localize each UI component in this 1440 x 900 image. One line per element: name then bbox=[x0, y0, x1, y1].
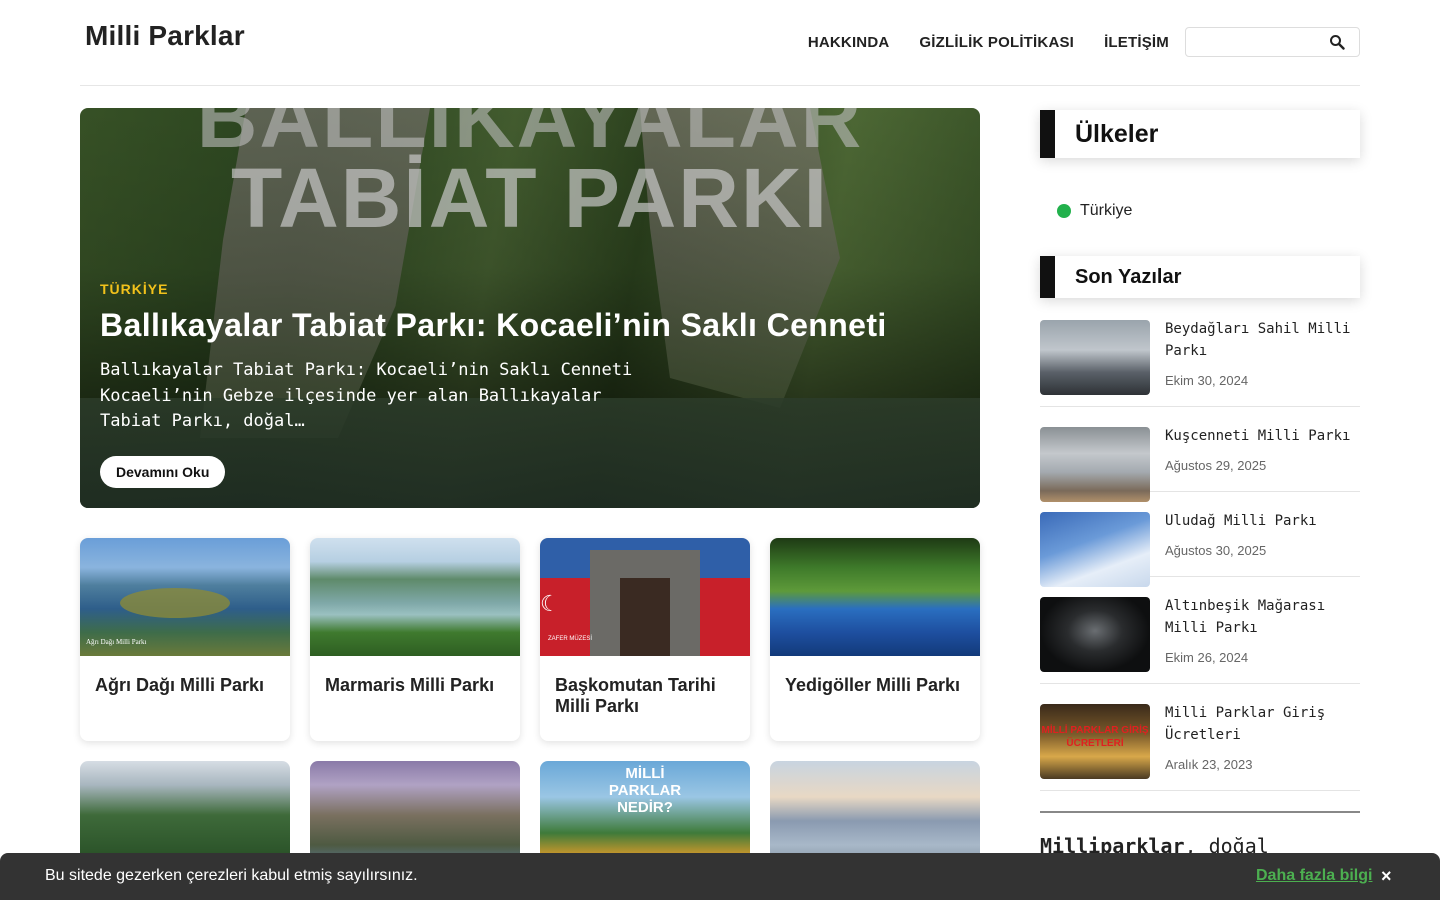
post-card[interactable]: Marmaris Milli Parkı bbox=[310, 538, 520, 741]
category-dot-icon bbox=[1057, 204, 1071, 218]
nav-item-iletisim[interactable]: İLETİŞİM bbox=[1104, 34, 1169, 51]
post-card-title[interactable]: Marmaris Milli Parkı bbox=[310, 656, 520, 696]
hero-excerpt-line: Kocaeli’nin Gebze ilçesinde yer alan Bal… bbox=[100, 385, 602, 406]
post-card[interactable]: Yedigöller Milli Parkı bbox=[770, 538, 980, 741]
read-more-button[interactable]: Devamını Oku bbox=[100, 456, 226, 488]
recent-post-title[interactable]: Uludağ Milli Parkı bbox=[1165, 510, 1360, 532]
recent-post-thumbnail[interactable] bbox=[1040, 320, 1150, 395]
recent-post-item[interactable]: Uludağ Milli Parkı Ağustos 30, 2025 bbox=[1040, 510, 1360, 587]
close-icon[interactable]: × bbox=[1381, 866, 1392, 887]
cookie-more-info-link[interactable]: Daha fazla bilgi bbox=[1256, 867, 1372, 885]
search-input[interactable] bbox=[1186, 28, 1326, 56]
thumbnail-caption: MİLLİ PARKLAR GİRİŞ ÜCRETLERİ bbox=[1041, 725, 1149, 749]
recent-post-thumbnail[interactable]: MİLLİ PARKLAR GİRİŞ ÜCRETLERİ bbox=[1040, 704, 1150, 779]
recent-post-date: Ağustos 29, 2025 bbox=[1165, 458, 1267, 473]
widget-title: Son Yazılar bbox=[1075, 266, 1182, 288]
post-thumbnail[interactable] bbox=[770, 538, 980, 656]
cookie-message: Bu sitede gezerken çerezleri kabul etmiş… bbox=[45, 867, 418, 884]
recent-post-date: Ekim 26, 2024 bbox=[1165, 650, 1249, 665]
hero-category[interactable]: TÜRKİYE bbox=[100, 281, 168, 297]
featured-post[interactable]: BALLIKAYALAR TABİAT PARKI TÜRKİYE Ballık… bbox=[80, 108, 980, 508]
category-item-turkiye[interactable]: Türkiye bbox=[1057, 202, 1132, 220]
hero-excerpt-line: Ballıkayalar Tabiat Parkı: Kocaeli’nin S… bbox=[100, 360, 633, 380]
post-card-title[interactable]: Başkomutan Tarihi Milli Parkı bbox=[540, 656, 750, 717]
recent-post-title[interactable]: Kuşcenneti Milli Parkı bbox=[1165, 425, 1360, 447]
recent-post-date: Ağustos 30, 2025 bbox=[1165, 543, 1267, 558]
category-label[interactable]: Türkiye bbox=[1080, 202, 1132, 220]
thumbnail-caption: Ağrı Dağı Milli Parkı bbox=[86, 638, 147, 646]
recent-post-item[interactable]: MİLLİ PARKLAR GİRİŞ ÜCRETLERİ Milli Park… bbox=[1040, 704, 1360, 791]
search-icon[interactable] bbox=[1329, 34, 1345, 50]
recent-post-date: Aralık 23, 2023 bbox=[1165, 757, 1253, 772]
post-card-title[interactable]: Yedigöller Milli Parkı bbox=[770, 656, 980, 696]
recent-post-thumbnail[interactable] bbox=[1040, 427, 1150, 502]
cookie-banner: Bu sitede gezerken çerezleri kabul etmiş… bbox=[0, 853, 1440, 900]
post-thumbnail[interactable]: Ağrı Dağı Milli Parkı bbox=[80, 538, 290, 656]
recent-post-thumbnail[interactable] bbox=[1040, 512, 1150, 587]
post-card[interactable]: ☾ ZAFER MÜZESİ Başkomutan Tarihi Milli P… bbox=[540, 538, 750, 741]
recent-post-item[interactable]: Altınbeşik Mağarası Milli Parkı Ekim 26,… bbox=[1040, 597, 1360, 684]
post-card-title[interactable]: Ağrı Dağı Milli Parkı bbox=[80, 656, 290, 696]
recent-post-title[interactable]: Beydağları Sahil Milli Parkı bbox=[1165, 318, 1360, 362]
main-nav: HAKKINDA GİZLİLİK POLİTİKASI İLETİŞİM bbox=[808, 27, 1360, 57]
post-thumbnail[interactable] bbox=[310, 538, 520, 656]
recent-post-item[interactable]: Kuşcenneti Milli Parkı Ağustos 29, 2025 bbox=[1040, 425, 1360, 502]
site-header: Milli Parklar HAKKINDA GİZLİLİK POLİTİKA… bbox=[80, 0, 1360, 86]
recent-post-date: Ekim 30, 2024 bbox=[1165, 373, 1249, 388]
widget-heading-recent: Son Yazılar bbox=[1040, 256, 1360, 298]
recent-post-title[interactable]: Milli Parklar Giriş Ücretleri bbox=[1165, 702, 1360, 746]
recent-post-item[interactable]: Beydağları Sahil Milli Parkı Ekim 30, 20… bbox=[1040, 320, 1360, 407]
hero-title[interactable]: Ballıkayalar Tabiat Parkı: Kocaeli’nin S… bbox=[100, 307, 887, 344]
post-card[interactable]: Ağrı Dağı Milli Parkı Ağrı Dağı Milli Pa… bbox=[80, 538, 290, 741]
hero-excerpt: Ballıkayalar Tabiat Parkı: Kocaeli’nin S… bbox=[100, 358, 700, 435]
recent-post-title[interactable]: Altınbeşik Mağarası Milli Parkı bbox=[1165, 595, 1360, 639]
recent-post-thumbnail[interactable] bbox=[1040, 597, 1150, 672]
widget-title: Ülkeler bbox=[1075, 120, 1159, 148]
hero-image-caption: TABİAT PARKI bbox=[231, 151, 829, 245]
nav-item-hakkinda[interactable]: HAKKINDA bbox=[808, 34, 890, 51]
search-box bbox=[1185, 27, 1360, 57]
site-title[interactable]: Milli Parklar bbox=[85, 20, 245, 52]
thumbnail-caption: MİLLİ PARKLAR NEDİR? bbox=[608, 765, 682, 816]
nav-item-gizlilik[interactable]: GİZLİLİK POLİTİKASI bbox=[919, 34, 1074, 51]
hero-excerpt-line: Tabiat Parkı, doğal… bbox=[100, 411, 305, 431]
widget-heading-countries: Ülkeler bbox=[1040, 110, 1360, 158]
sidebar-divider bbox=[1040, 811, 1360, 813]
post-thumbnail[interactable]: ☾ ZAFER MÜZESİ bbox=[540, 538, 750, 656]
thumbnail-caption: ZAFER MÜZESİ bbox=[548, 636, 593, 642]
